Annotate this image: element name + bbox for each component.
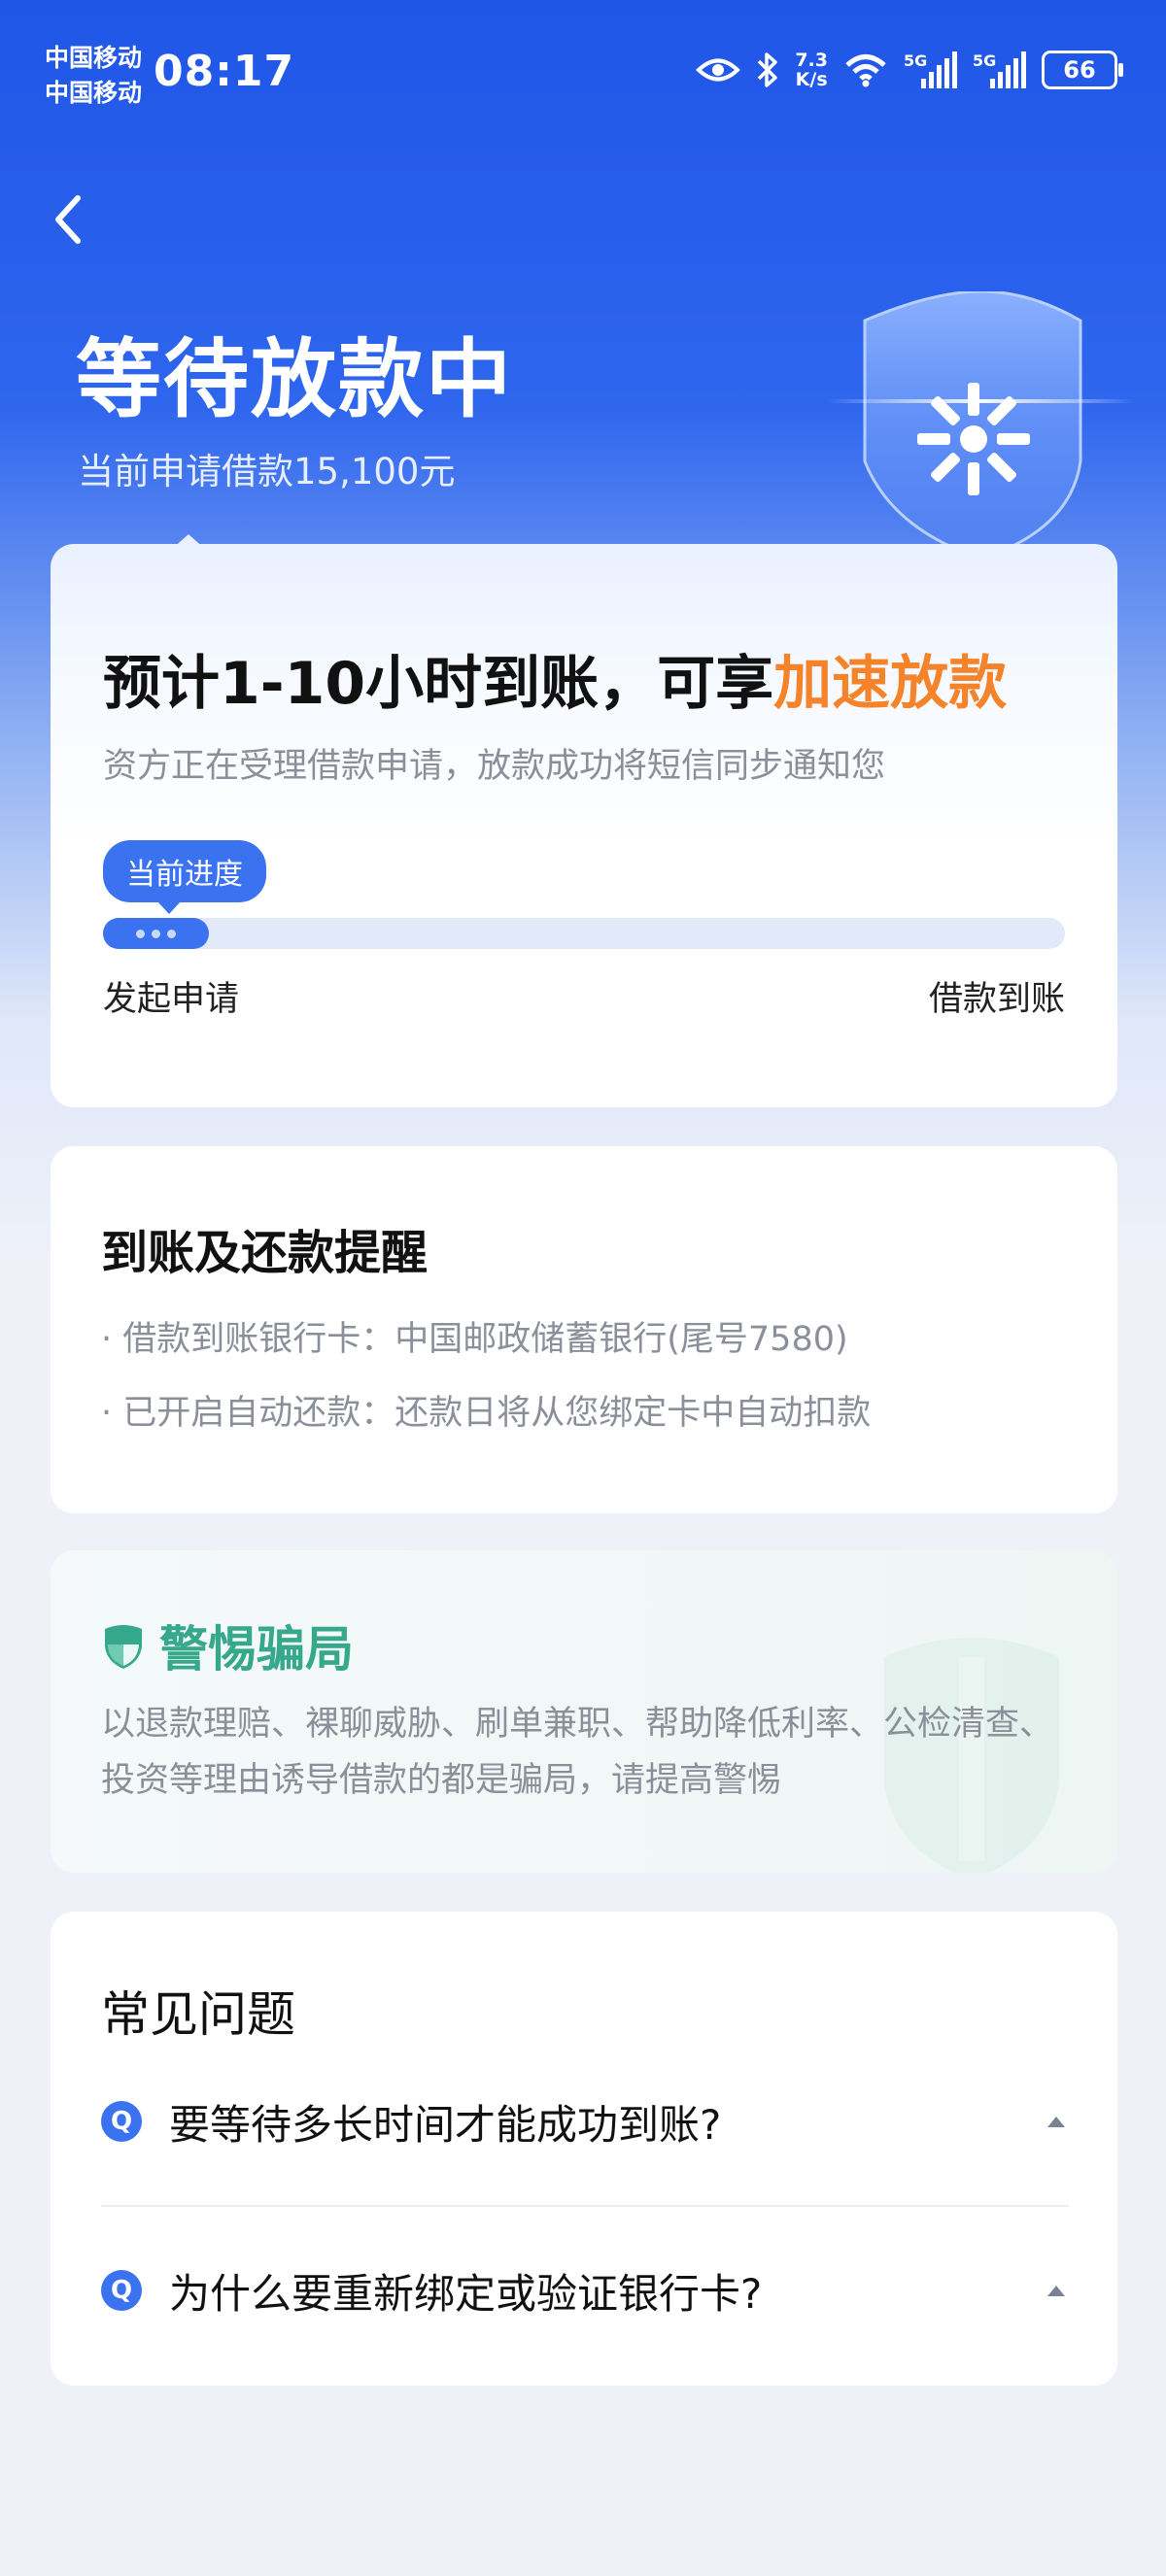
fraud-warning-header: 警惕骗局: [101, 1610, 354, 1680]
accelerate-link[interactable]: 加速放款: [773, 650, 1007, 718]
loan-status-card: 预计1-10小时到账，可享加速放款 资方正在受理借款申请，放款成功将短信同步通知…: [51, 544, 1117, 1107]
status-bar: 中国移动 中国移动 08:17 7.3 K/s 5G 5G 66: [0, 0, 1166, 146]
reminder-card: 到账及还款提醒 · 借款到账银行卡：中国邮政储蓄银行(尾号7580) · 已开启…: [51, 1146, 1117, 1513]
signal-icon-2: 5G: [973, 51, 1026, 88]
carrier-1: 中国移动: [45, 44, 143, 72]
faq-item[interactable]: Q 为什么要重新绑定或验证银行卡?: [101, 2242, 1069, 2339]
wifi-icon: [845, 54, 886, 87]
clock: 08:17: [154, 47, 295, 96]
progress-track: [103, 918, 1065, 949]
carrier-labels: 中国移动 中国移动: [45, 41, 142, 111]
reminder-item: · 借款到账银行卡：中国邮政储蓄银行(尾号7580): [101, 1320, 848, 1359]
eta-description: 资方正在受理借款申请，放款成功将短信同步通知您: [103, 747, 886, 786]
faq-title: 常见问题: [101, 1986, 295, 2043]
battery-icon: 66: [1042, 51, 1123, 89]
back-arrow-icon[interactable]: [49, 190, 87, 249]
eta-text: 预计1-10小时到账，可享: [103, 650, 774, 718]
reminder-title: 到账及还款提醒: [101, 1226, 429, 1280]
progress-fill: [103, 918, 209, 949]
page-title: 等待放款中: [76, 329, 514, 429]
net-speed-unit: K/s: [795, 69, 828, 90]
reminder-item: · 已开启自动还款：还款日将从您绑定卡中自动扣款: [101, 1394, 872, 1433]
net-speed-value: 7.3: [795, 50, 828, 71]
faq-card: 常见问题 Q 要等待多长时间才能成功到账? Q 为什么要重新绑定或验证银行卡?: [51, 1912, 1117, 2386]
progress-badge: 当前进度: [103, 840, 266, 914]
faq-question: 要等待多长时间才能成功到账?: [169, 2100, 722, 2149]
carrier-2: 中国移动: [45, 79, 143, 107]
eye-icon: [696, 58, 741, 82]
caret-up-icon[interactable]: [1047, 2285, 1065, 2296]
net-speed: 7.3 K/s: [795, 51, 828, 89]
faq-item[interactable]: Q 要等待多长时间才能成功到账?: [101, 2073, 1069, 2170]
q-badge-icon: Q: [101, 2101, 142, 2142]
bluetooth-icon: [758, 52, 778, 87]
faq-divider: [101, 2205, 1069, 2207]
signal-2-label: 5G: [973, 51, 997, 70]
progress-end-label: 借款到账: [928, 980, 1065, 1019]
shield-illustration-icon: [826, 291, 1137, 560]
fraud-warning-card: 警惕骗局 以退款理赔、裸聊威胁、刷单兼职、帮助降低利率、公检清查、投资等理由诱导…: [51, 1550, 1117, 1873]
progress-start-label: 发起申请: [103, 980, 240, 1019]
eta-heading: 预计1-10小时到账，可享加速放款: [103, 636, 1007, 721]
signal-icon-1: 5G: [904, 51, 957, 88]
signal-1-label: 5G: [904, 51, 928, 70]
q-badge-icon: Q: [101, 2270, 142, 2311]
fraud-warning-title: 警惕骗局: [159, 1621, 354, 1678]
shield-check-icon: [105, 1625, 142, 1669]
status-icons: 7.3 K/s 5G 5G 66: [696, 51, 1123, 89]
loan-amount-subtitle: 当前申请借款15,100元: [78, 451, 456, 492]
faq-question: 为什么要重新绑定或验证银行卡?: [169, 2269, 763, 2318]
caret-up-icon[interactable]: [1047, 2116, 1065, 2127]
fraud-warning-text: 以退款理赔、裸聊威胁、刷单兼职、帮助降低利率、公检清查、投资等理由诱导借款的都是…: [101, 1705, 1054, 1800]
